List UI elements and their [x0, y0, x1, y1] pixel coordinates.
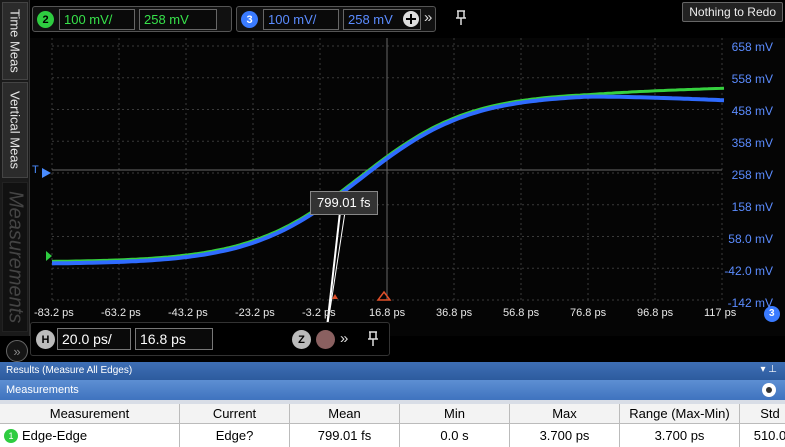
- column-header[interactable]: Measurement: [0, 404, 180, 423]
- x-tick-label: 16.8 ps: [369, 307, 406, 319]
- cell-mean: 799.01 fs: [290, 424, 400, 447]
- channel-3-trace: [51, 94, 725, 266]
- left-tab-strip: Time Meas Vertical Meas Measurements: [0, 0, 30, 336]
- y-tick-label: 258 mV: [731, 168, 773, 182]
- measurement-index-badge: 1: [4, 428, 18, 443]
- channel-3-badge[interactable]: 3: [241, 11, 258, 28]
- x-tick-label: 36.8 ps: [436, 307, 473, 319]
- y-tick-label: 558 mV: [731, 72, 773, 86]
- channel-2-offset-field[interactable]: 258 mV: [139, 9, 217, 30]
- cell-min: 0.0 s: [400, 424, 510, 447]
- x-tick-label: 76.8 ps: [570, 307, 607, 319]
- channel-3-scale-field[interactable]: 100 mV/: [263, 9, 339, 30]
- y-tick-label: 358 mV: [731, 136, 773, 150]
- trigger-position-marker: [376, 290, 392, 301]
- settings-gear-icon[interactable]: [761, 382, 777, 401]
- tab-measurements[interactable]: Measurements: [2, 182, 28, 332]
- column-header[interactable]: Std: [740, 404, 785, 423]
- x-tick-label: -23.2 ps: [235, 307, 275, 319]
- cell-current: Edge?: [180, 424, 290, 447]
- channel-2-ground-marker[interactable]: [46, 251, 52, 261]
- cell-std: 510.0: [753, 428, 785, 443]
- column-header[interactable]: Max: [510, 404, 620, 423]
- cell-measurement: 1 Edge-Edge: [0, 424, 180, 447]
- measurements-table-header: Measurement Current Mean Min Max Range (Max-M…: [0, 404, 785, 424]
- y-tick-label: 658 mV: [731, 40, 773, 54]
- results-panel: Results (Measure All Edges) ▾ ⊥ Measurem…: [0, 362, 785, 447]
- cell-range: 3.700 ps: [620, 424, 740, 447]
- channel-2-controls: 2 100 mV/ 258 mV: [32, 6, 232, 32]
- panel-menu-icon[interactable]: ▾ ⊥: [760, 364, 777, 375]
- x-tick-label: 117 ps: [704, 307, 737, 319]
- horizontal-button[interactable]: H: [36, 330, 55, 349]
- measurement-name: Edge-Edge: [22, 428, 88, 443]
- tab-vertical-meas[interactable]: Vertical Meas: [2, 82, 28, 178]
- x-tick-label: 56.8 ps: [503, 307, 540, 319]
- marker-a-icon: [332, 294, 338, 299]
- y-tick-label: 58.0 mV: [728, 232, 773, 246]
- waveform-graticule: [42, 38, 780, 336]
- x-tick-label: -43.2 ps: [168, 307, 208, 319]
- y-tick-label: -42.0 mV: [724, 264, 773, 278]
- plus-circle-icon[interactable]: [402, 10, 420, 32]
- channel-toolbar: 2 100 mV/ 258 mV 3 100 mV/ 258 mV » Noth…: [30, 0, 785, 38]
- tab-time-meas[interactable]: Time Meas: [2, 2, 28, 80]
- pin-icon[interactable]: [366, 331, 380, 350]
- x-tick-label: -63.2 ps: [101, 307, 141, 319]
- redo-button[interactable]: Nothing to Redo: [682, 2, 783, 22]
- horizontal-scale-field[interactable]: 20.0 ps/: [57, 328, 131, 350]
- horizontal-position-field[interactable]: 16.8 ps: [135, 328, 213, 350]
- trigger-level-marker[interactable]: [42, 168, 51, 178]
- zoom-button[interactable]: Z: [292, 330, 311, 349]
- measurements-panel-title: Measurements: [6, 384, 79, 396]
- channel-2-scale-field[interactable]: 100 mV/: [59, 9, 135, 30]
- y-tick-label: 158 mV: [731, 200, 773, 214]
- channel-2-badge[interactable]: 2: [37, 11, 54, 28]
- table-row[interactable]: 1 Edge-Edge Edge? 799.01 fs 0.0 s 3.700 …: [0, 424, 785, 447]
- y-tick-label: 458 mV: [731, 104, 773, 118]
- trigger-label: T: [32, 164, 39, 176]
- cell-max: 3.700 ps: [510, 424, 620, 447]
- record-button[interactable]: [316, 330, 335, 349]
- marker-value-tooltip: 799.01 fs: [310, 191, 378, 215]
- horizontal-toolbar: H 20.0 ps/ 16.8 ps Z »: [30, 322, 430, 356]
- waveform-display[interactable]: T 658 mV 558 mV 458 mV 358 mV 258 mV 158 mV 58…: [30, 38, 785, 336]
- channel-3-scale-number: 3: [769, 308, 775, 319]
- x-tick-label: -83.2 ps: [34, 307, 74, 319]
- results-title: Results (Measure All Edges): [6, 365, 133, 376]
- channel-2-trace: [51, 86, 725, 263]
- x-tick-label: 96.8 ps: [637, 307, 674, 319]
- column-header[interactable]: Range (Max-Min): [620, 404, 740, 423]
- pin-icon[interactable]: [454, 10, 468, 30]
- expand-panel-button[interactable]: »: [6, 340, 28, 362]
- x-tick-label: -3.2 ps: [302, 307, 336, 319]
- column-header[interactable]: Current: [180, 404, 290, 423]
- more-icon[interactable]: »: [424, 9, 432, 26]
- more-icon[interactable]: »: [340, 330, 348, 347]
- results-title-bar: Results (Measure All Edges) ▾ ⊥: [0, 362, 785, 380]
- column-header[interactable]: Mean: [290, 404, 400, 423]
- column-header[interactable]: Min: [400, 404, 510, 423]
- measurements-bar: Measurements: [0, 380, 785, 400]
